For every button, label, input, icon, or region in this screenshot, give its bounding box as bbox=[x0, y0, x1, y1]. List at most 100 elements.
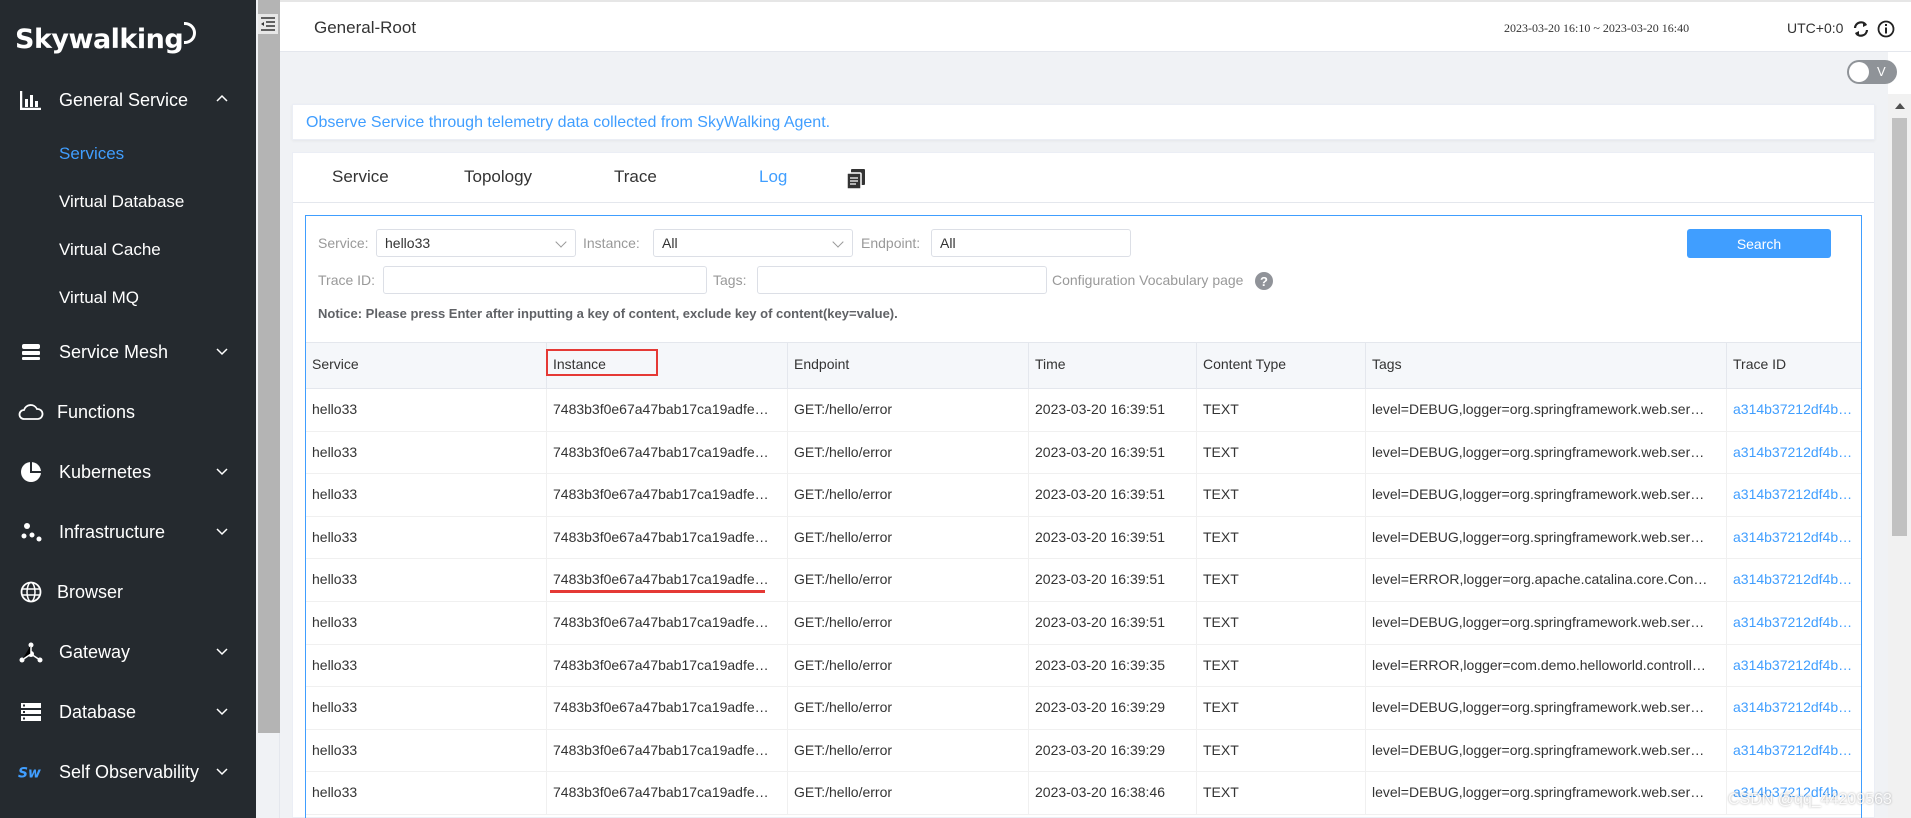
endpoint-select[interactable]: All bbox=[931, 229, 1131, 257]
cell-endpoint: GET:/hello/error bbox=[788, 687, 1029, 730]
cell-endpoint: GET:/hello/error bbox=[788, 474, 1029, 517]
cell-trace-id[interactable]: a314b37212df4bd3a bbox=[1727, 730, 1861, 772]
table-row[interactable]: hello33 7483b3f0e67a47bab17ca19adfe… GET:/… bbox=[306, 729, 1861, 773]
copy-icon[interactable] bbox=[846, 168, 866, 190]
service-select[interactable]: hello33 bbox=[376, 229, 576, 257]
service-label: Service: bbox=[318, 235, 369, 251]
sidebar-scrollbar[interactable] bbox=[258, 0, 280, 733]
tags-input[interactable] bbox=[757, 266, 1047, 294]
cell-trace-id[interactable]: a314b37212df4bd3a bbox=[1727, 687, 1861, 729]
menu-label: Functions bbox=[57, 401, 136, 422]
configuration-vocabulary-link[interactable]: Configuration Vocabulary page bbox=[1052, 272, 1243, 288]
dashboard-panel: Service Topology Trace Log Service: hell… bbox=[292, 152, 1875, 818]
instance-highlight-underline bbox=[550, 590, 765, 593]
menu-self-observability[interactable]: Sw Self Observability bbox=[0, 749, 256, 795]
trace-id-label: Trace ID: bbox=[318, 272, 376, 288]
cell-trace-id[interactable]: a314b37212df4bd3a bbox=[1727, 474, 1861, 516]
sw-icon: Sw bbox=[18, 759, 44, 785]
dashboard-description: Observe Service through telemetry data c… bbox=[292, 104, 1875, 140]
cell-time: 2023-03-20 16:39:51 bbox=[1029, 474, 1197, 517]
sidebar-item-services[interactable]: Services bbox=[59, 144, 124, 164]
cell-trace-id[interactable]: a314b37212df4bd3a bbox=[1727, 645, 1861, 687]
table-row[interactable]: hello33 7483b3f0e67a47bab17ca19adfe… GET:/… bbox=[306, 772, 1861, 815]
trace-id-input[interactable] bbox=[383, 266, 707, 294]
cell-content-type: TEXT bbox=[1197, 729, 1366, 772]
instance-select[interactable]: All bbox=[653, 229, 853, 257]
cell-trace-id[interactable]: a314b37212df4bd3a bbox=[1727, 389, 1861, 431]
menu-label: Infrastructure bbox=[59, 521, 166, 542]
table-row[interactable]: hello33 7483b3f0e67a47bab17ca19adfe… GET:/… bbox=[306, 431, 1861, 475]
menu-label: Kubernetes bbox=[59, 461, 152, 482]
menu-service-mesh[interactable]: Service Mesh bbox=[0, 329, 256, 375]
cell-service: hello33 bbox=[306, 516, 547, 559]
menu-gateway[interactable]: Gateway bbox=[0, 629, 256, 675]
sidebar-item-virtual-database[interactable]: Virtual Database bbox=[59, 192, 184, 212]
instance-label: Instance: bbox=[583, 235, 640, 251]
description-text: Observe Service through telemetry data c… bbox=[306, 114, 831, 131]
cell-trace-id[interactable]: a314b37212df4bd3a bbox=[1727, 559, 1861, 601]
menu-kubernetes[interactable]: Kubernetes bbox=[0, 449, 256, 495]
toggle-label: V bbox=[1877, 64, 1886, 79]
collapse-menu-icon[interactable] bbox=[258, 14, 278, 34]
log-widget: Service: hello33 Instance: All Endpoint:… bbox=[305, 215, 1862, 818]
cell-tags: level=ERROR,logger=org.apache.catalina.c… bbox=[1366, 559, 1727, 602]
stack-icon bbox=[18, 339, 44, 365]
chevron-down-icon bbox=[216, 708, 228, 716]
cell-endpoint: GET:/hello/error bbox=[788, 559, 1029, 602]
tab-log[interactable]: Log bbox=[759, 167, 787, 187]
info-icon[interactable] bbox=[1877, 20, 1895, 38]
help-icon[interactable]: ? bbox=[1255, 272, 1273, 290]
chevron-down-icon bbox=[832, 236, 844, 248]
table-row[interactable]: hello33 7483b3f0e67a47bab17ca19adfe… GET:/… bbox=[306, 687, 1861, 730]
tab-topology[interactable]: Topology bbox=[464, 167, 532, 187]
menu-label: Browser bbox=[57, 581, 124, 602]
cell-content-type: TEXT bbox=[1197, 772, 1366, 815]
menu-infrastructure[interactable]: Infrastructure bbox=[0, 509, 256, 555]
col-content-type: Content Type bbox=[1197, 343, 1366, 388]
table-row[interactable]: hello33 7483b3f0e67a47bab17ca19adfe… GET:/… bbox=[306, 559, 1861, 602]
table-row[interactable]: hello33 7483b3f0e67a47bab17ca19adfe… GET:/… bbox=[306, 389, 1861, 432]
table-row[interactable]: hello33 7483b3f0e67a47bab17ca19adfe… GET:/… bbox=[306, 516, 1861, 560]
sidebar-item-virtual-mq[interactable]: Virtual MQ bbox=[59, 288, 139, 308]
scrollbar-thumb[interactable] bbox=[1892, 118, 1907, 536]
chevron-down-icon bbox=[555, 236, 567, 248]
cell-trace-id[interactable]: a314b37212df4bd3a bbox=[1727, 517, 1861, 559]
watermark: CSDN @qq_44209563 bbox=[1728, 791, 1892, 808]
table-row[interactable]: hello33 7483b3f0e67a47bab17ca19adfe… GET:/… bbox=[306, 644, 1861, 688]
menu-browser[interactable]: Browser bbox=[0, 569, 256, 615]
toggle-knob bbox=[1849, 62, 1869, 82]
timezone-label[interactable]: UTC+0:0 bbox=[1787, 20, 1843, 36]
cell-time: 2023-03-20 16:38:46 bbox=[1029, 772, 1197, 815]
scroll-up-icon[interactable] bbox=[1895, 103, 1905, 109]
cell-service: hello33 bbox=[306, 729, 547, 772]
refresh-icon[interactable] bbox=[1852, 20, 1870, 38]
cell-trace-id[interactable]: a314b37212df4bd3a bbox=[1727, 602, 1861, 644]
time-range-picker[interactable]: 2023-03-20 16:10 ~ 2023-03-20 16:40 bbox=[1504, 21, 1689, 36]
page-scrollbar[interactable] bbox=[1888, 94, 1911, 818]
sidebar-scroll-strip bbox=[256, 0, 280, 818]
sidebar-item-virtual-cache[interactable]: Virtual Cache bbox=[59, 240, 161, 260]
menu-database[interactable]: Database bbox=[0, 689, 256, 735]
cell-content-type: TEXT bbox=[1197, 601, 1366, 644]
search-button[interactable]: Search bbox=[1687, 229, 1831, 258]
cell-trace-id[interactable]: a314b37212df4bd3a bbox=[1727, 432, 1861, 474]
table-header: Service Instance Endpoint Time Content T… bbox=[306, 342, 1861, 389]
tab-trace[interactable]: Trace bbox=[614, 167, 657, 187]
cell-service: hello33 bbox=[306, 389, 547, 431]
menu-functions[interactable]: Functions bbox=[0, 389, 256, 435]
list-icon bbox=[18, 699, 44, 725]
cell-instance: 7483b3f0e67a47bab17ca19adfe… bbox=[547, 772, 788, 815]
table-row[interactable]: hello33 7483b3f0e67a47bab17ca19adfe… GET:/… bbox=[306, 474, 1861, 517]
cell-time: 2023-03-20 16:39:51 bbox=[1029, 559, 1197, 602]
table-row[interactable]: hello33 7483b3f0e67a47bab17ca19adfe… GET:/… bbox=[306, 601, 1861, 645]
cell-tags: level=DEBUG,logger=org.springframework.w… bbox=[1366, 431, 1727, 474]
menu-label: Self Observability bbox=[59, 761, 200, 782]
cell-instance: 7483b3f0e67a47bab17ca19adfe… bbox=[547, 516, 788, 559]
col-endpoint: Endpoint bbox=[788, 343, 1029, 388]
theme-toggle[interactable]: V bbox=[1847, 60, 1897, 84]
endpoint-label: Endpoint: bbox=[861, 235, 921, 251]
cell-content-type: TEXT bbox=[1197, 644, 1366, 687]
tab-service[interactable]: Service bbox=[332, 167, 389, 187]
cell-endpoint: GET:/hello/error bbox=[788, 644, 1029, 687]
menu-general-service[interactable]: General Service bbox=[0, 77, 256, 123]
